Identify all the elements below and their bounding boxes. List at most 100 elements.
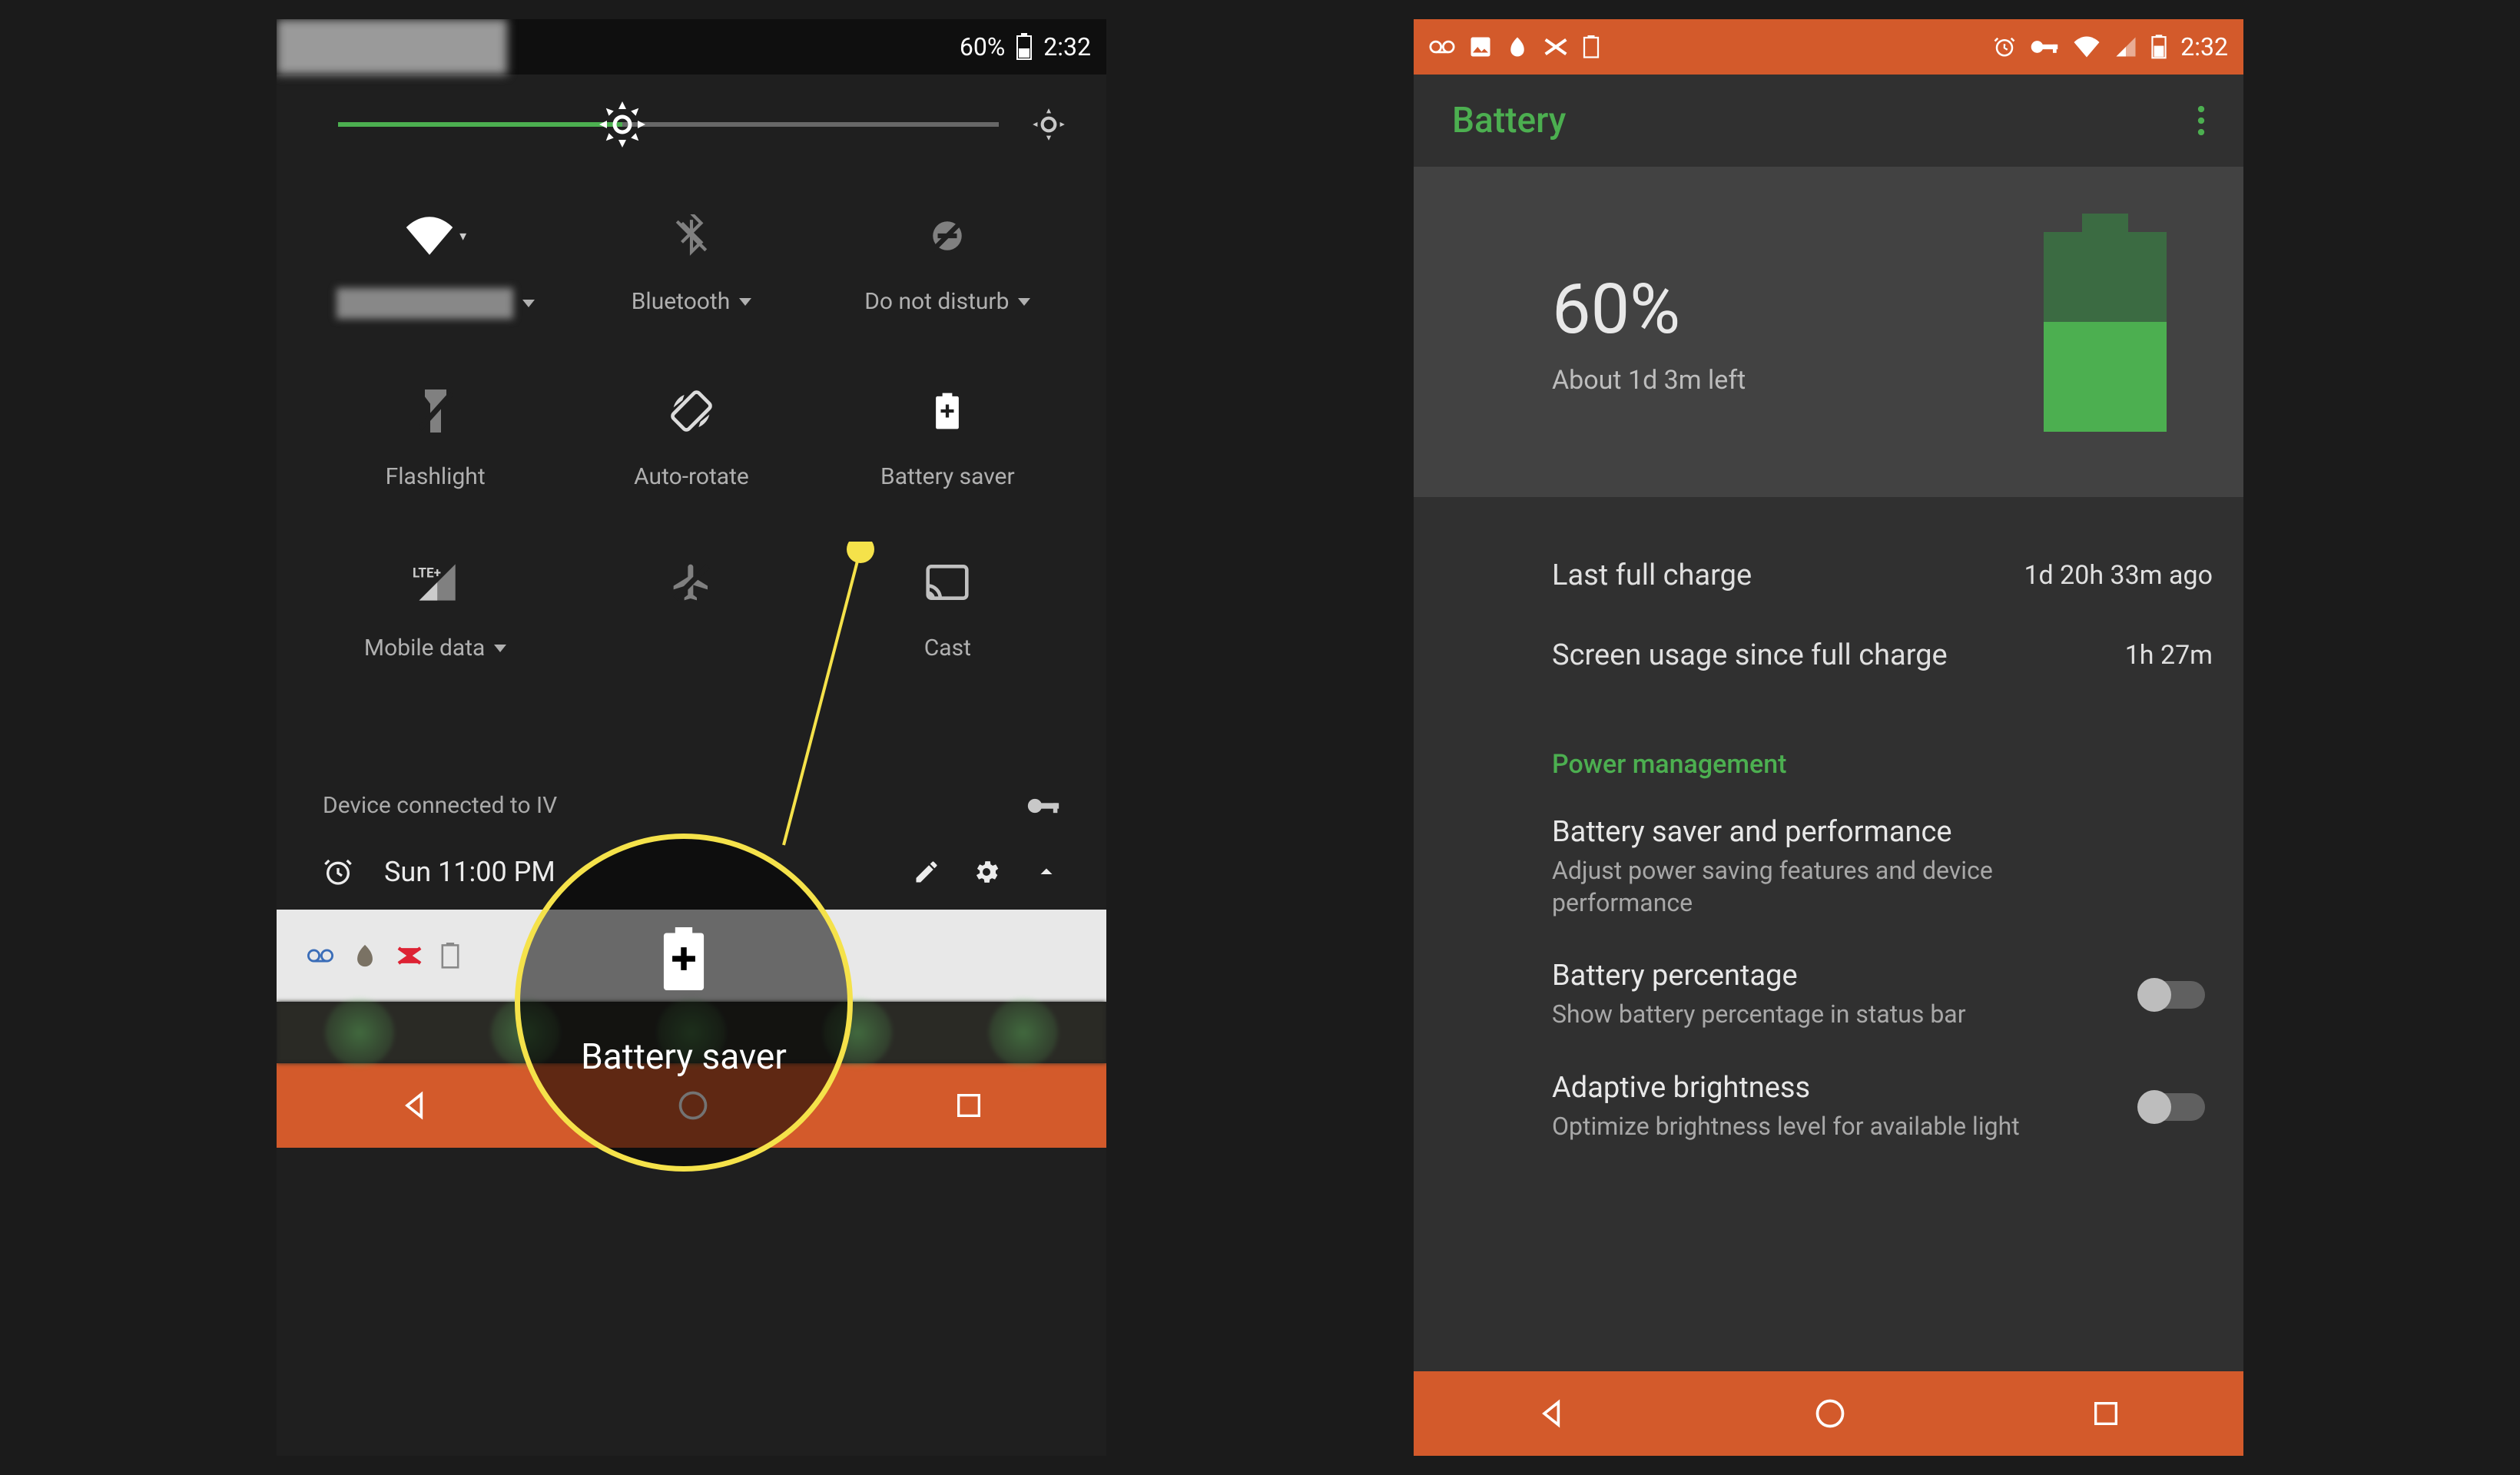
qs-tile-dnd[interactable]: Do not disturb <box>820 213 1076 319</box>
notification-peek[interactable] <box>277 910 1106 1002</box>
battery-saver-icon <box>934 393 960 429</box>
brightness-thumb[interactable] <box>599 101 645 148</box>
rotate-icon <box>670 389 713 433</box>
section-header: Power management <box>1414 726 2243 795</box>
voicemail-icon <box>307 946 333 965</box>
chevron-down-icon <box>522 300 535 307</box>
row-value: 1d 20h 33m ago <box>2024 560 2213 591</box>
phone-quick-settings: 60% 2:32 ▾ Bluetooth Do not disturb <box>277 19 1106 1456</box>
image-icon <box>1469 35 1492 58</box>
chevron-down-icon <box>494 645 506 652</box>
home-row-blurred <box>277 1002 1106 1063</box>
qs-tile-label: Auto-rotate <box>634 463 749 490</box>
battery-large-icon <box>2044 232 2167 432</box>
gear-icon[interactable] <box>971 857 1002 887</box>
setting-battery-percentage[interactable]: Battery percentage Show battery percenta… <box>1414 939 2243 1051</box>
setting-primary: Battery percentage <box>1552 959 2139 993</box>
qs-tile-wifi[interactable]: ▾ <box>307 213 563 319</box>
row-last-full-charge[interactable]: Last full charge 1d 20h 33m ago <box>1414 535 2243 615</box>
battery-notif-icon <box>1583 35 1600 58</box>
recents-button[interactable] <box>2091 1398 2121 1429</box>
brightness-slider-row <box>277 75 1106 167</box>
setting-primary: Battery saver and performance <box>1552 815 2205 849</box>
auto-brightness-icon[interactable] <box>1030 105 1068 144</box>
qs-tile-label: Bluetooth <box>632 288 731 315</box>
battery-pct: 60% <box>960 32 1005 61</box>
brightness-fill <box>338 122 622 127</box>
clock: 2:32 <box>2180 32 2228 61</box>
wifi-icon <box>404 217 455 255</box>
signal-lte-icon: LTE+ <box>413 563 459 602</box>
toggle-switch[interactable] <box>2139 1093 2205 1121</box>
status-bar: 2:32 <box>1414 19 2243 75</box>
leaf-icon <box>352 943 378 969</box>
alarm-row: Sun 11:00 PM <box>277 834 1106 910</box>
qs-tile-battery-saver[interactable]: Battery saver <box>820 388 1076 490</box>
bluetooth-off-icon <box>672 214 711 257</box>
edit-icon[interactable] <box>913 858 940 886</box>
toggle-switch[interactable] <box>2139 981 2205 1009</box>
dnd-off-icon <box>928 217 967 255</box>
wifi-icon <box>2073 36 2101 58</box>
airplane-off-icon <box>670 561 713 604</box>
battery-time-left: About 1d 3m left <box>1552 365 1746 396</box>
qs-tile-label: Mobile data <box>364 635 485 661</box>
nav-bar <box>1414 1371 2243 1456</box>
row-screen-usage[interactable]: Screen usage since full charge 1h 27m <box>1414 615 2243 695</box>
cast-icon <box>926 565 969 600</box>
home-button[interactable] <box>1813 1397 1847 1430</box>
alarm-text[interactable]: Sun 11:00 PM <box>384 856 555 888</box>
back-button[interactable] <box>1536 1397 1570 1430</box>
status-bar: 60% 2:32 <box>277 19 1106 75</box>
vpn-info-row: Device connected to IV <box>277 777 1106 834</box>
qs-tiles-grid: ▾ Bluetooth Do not disturb Flashlight Au… <box>277 167 1106 677</box>
battery-percentage: 60% <box>1552 269 1746 350</box>
qs-tile-bluetooth[interactable]: Bluetooth <box>563 213 819 319</box>
chevron-down-icon <box>739 298 751 306</box>
app-icon-red <box>396 946 423 966</box>
overflow-menu-icon[interactable] <box>2197 105 2205 136</box>
row-value: 1h 27m <box>2125 640 2213 671</box>
qs-tile-autorotate[interactable]: Auto-rotate <box>563 388 819 490</box>
svg-text:LTE+: LTE+ <box>413 566 441 582</box>
battery-summary-card[interactable]: 60% About 1d 3m left <box>1414 167 2243 497</box>
phone-battery-settings: 2:32 Battery 60% About 1d 3m left Last f… <box>1414 19 2243 1456</box>
voicemail-icon <box>1429 38 1455 55</box>
setting-primary: Adaptive brightness <box>1552 1071 2139 1105</box>
chevron-down-icon <box>1018 298 1030 306</box>
qs-tile-airplane[interactable] <box>563 559 819 661</box>
home-button[interactable] <box>676 1089 710 1122</box>
app-bar: Battery <box>1414 75 2243 167</box>
back-button[interactable] <box>399 1089 433 1122</box>
nav-bar <box>277 1063 1106 1148</box>
flashlight-off-icon <box>419 389 453 433</box>
vpn-key-icon[interactable] <box>1026 795 1060 817</box>
qs-tile-label: Cast <box>924 635 971 661</box>
clock: 2:32 <box>1043 32 1091 61</box>
row-label: Last full charge <box>1552 559 1752 592</box>
signal-icon <box>2114 35 2137 58</box>
qs-tile-mobile-data[interactable]: LTE+ Mobile data <box>307 559 563 661</box>
leaf-icon <box>1506 35 1529 58</box>
alarm-icon <box>1993 35 2016 58</box>
battery-icon <box>1016 33 1033 61</box>
battery-icon <box>2151 35 2167 59</box>
app-icon <box>1543 38 1569 56</box>
battery-small-icon <box>441 943 459 969</box>
qs-tile-label: Flashlight <box>386 463 486 490</box>
setting-secondary: Adjust power saving features and device … <box>1552 855 2044 919</box>
chevron-up-icon[interactable] <box>1033 858 1060 886</box>
vpn-key-icon <box>2030 38 2059 55</box>
page-title: Battery <box>1452 100 1566 141</box>
qs-tile-cast[interactable]: Cast <box>820 559 1076 661</box>
qs-tile-label: Do not disturb <box>864 288 1009 315</box>
qs-tile-flashlight[interactable]: Flashlight <box>307 388 563 490</box>
carrier-blurred <box>277 19 507 75</box>
setting-battery-saver-perf[interactable]: Battery saver and performance Adjust pow… <box>1414 795 2243 939</box>
setting-adaptive-brightness[interactable]: Adaptive brightness Optimize brightness … <box>1414 1051 2243 1163</box>
alarm-icon[interactable] <box>323 857 353 887</box>
brightness-slider[interactable] <box>338 122 999 127</box>
setting-secondary: Optimize brightness level for available … <box>1552 1111 2044 1143</box>
recents-button[interactable] <box>953 1090 984 1121</box>
device-connected-text: Device connected to IV <box>323 792 557 819</box>
